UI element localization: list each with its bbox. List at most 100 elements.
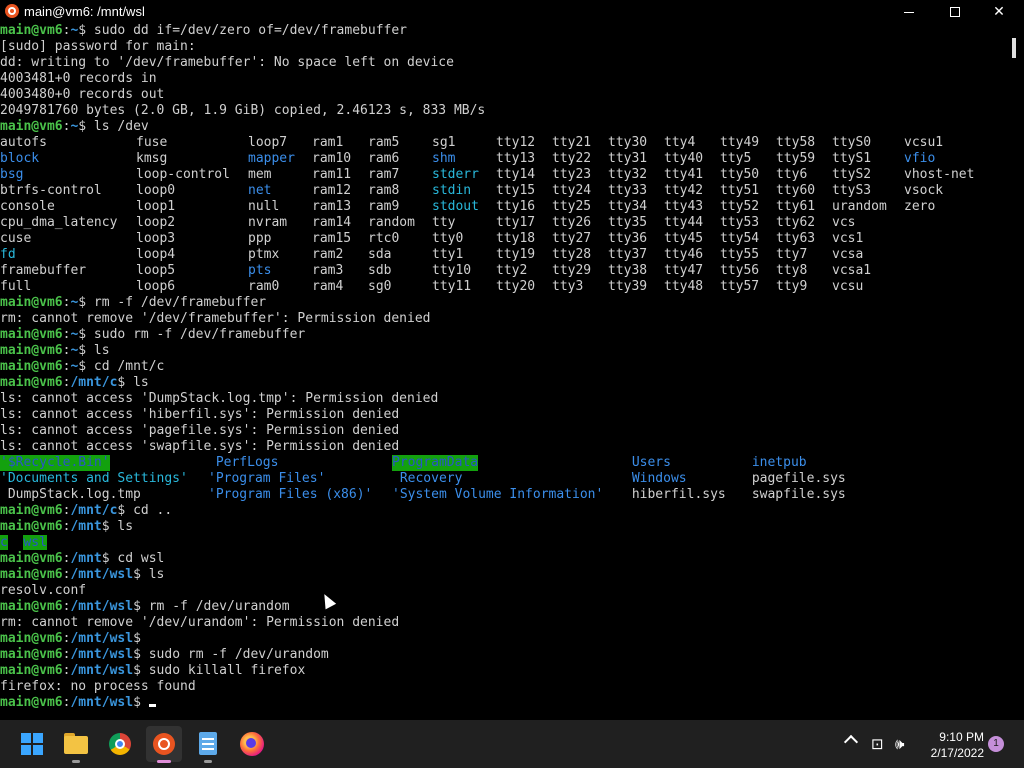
- dev-entry: loop6: [136, 279, 176, 294]
- dev-entry: tty48: [664, 279, 704, 294]
- dev-entry: tty29: [552, 263, 592, 278]
- dev-entry: tty0: [432, 231, 464, 246]
- file-explorer-button[interactable]: [58, 726, 94, 763]
- terminal-text: 4003480+0 records out: [0, 87, 165, 102]
- dev-entry: tty47: [664, 263, 704, 278]
- dev-entry: tty57: [720, 279, 760, 294]
- dev-entry: stdout: [432, 199, 479, 214]
- volume-icon[interactable]: 🕪: [895, 735, 904, 753]
- dev-entry: ram14: [312, 215, 352, 230]
- clock-date: 2/17/2022: [930, 746, 984, 760]
- dev-entry: vcsa1: [832, 263, 872, 278]
- maximize-button[interactable]: [932, 0, 978, 23]
- dev-entry: tty18: [496, 231, 536, 246]
- dev-entry: ram1: [312, 135, 344, 150]
- dev-entry: urandom: [832, 199, 887, 214]
- dir-entry: Recovery: [392, 471, 463, 486]
- terminal-text: ls: cannot access 'DumpStack.log.tmp': P…: [0, 391, 439, 406]
- dev-entry: tty46: [664, 247, 704, 262]
- terminal-text: resolv.conf: [0, 583, 87, 598]
- terminal-line: main@vm6:/mnt/c$ ls: [0, 375, 149, 391]
- dev-entry: loop5: [136, 263, 176, 278]
- terminal-scrollbar-thumb[interactable]: [1012, 38, 1016, 58]
- dev-entry: tty62: [776, 215, 816, 230]
- dev-entry: ram2: [312, 247, 344, 262]
- dev-entry: nvram: [248, 215, 288, 230]
- terminal-text: $ ls: [133, 567, 165, 582]
- dev-entry: tty58: [776, 135, 816, 150]
- dev-entry: ram10: [312, 151, 352, 166]
- terminal-text: $ ls: [78, 343, 110, 358]
- terminal-line: main@vm6:~$ ls /dev: [0, 119, 149, 135]
- terminal-line: main@vm6:/mnt/wsl$ sudo killall firefox: [0, 663, 305, 679]
- dev-entry: vcsa: [832, 247, 864, 262]
- dev-entry: vfio: [904, 151, 936, 166]
- dev-entry: loop3: [136, 231, 176, 246]
- terminal-text: main@vm6: [0, 647, 63, 662]
- dev-entry: tty7: [776, 247, 808, 262]
- dev-entry: tty10: [432, 263, 472, 278]
- notepad-button[interactable]: [190, 726, 226, 763]
- terminal-line: rm: cannot remove '/dev/urandom': Permis…: [0, 615, 399, 631]
- dev-entry: tty5: [720, 151, 752, 166]
- dir-entry: Windows: [624, 471, 687, 486]
- terminal-line: main@vm6:~$ cd /mnt/c: [0, 359, 164, 375]
- network-icon[interactable]: ⊡: [871, 735, 884, 753]
- dev-entry: tty55: [720, 247, 760, 262]
- dev-entry: ttyS3: [832, 183, 872, 198]
- terminal-line: main@vm6:/mnt/c$ cd ..: [0, 503, 172, 519]
- terminal-line: firefox: no process found: [0, 679, 196, 695]
- dev-entry: tty26: [552, 215, 592, 230]
- terminal-text: $ cd wsl: [101, 551, 165, 566]
- terminal-text: ls: cannot access 'swapfile.sys': Permis…: [0, 439, 400, 454]
- terminal-text: $ cd ..: [117, 503, 173, 518]
- dev-entry: tty25: [552, 199, 592, 214]
- system-clock[interactable]: 9:10 PM 2/17/2022: [916, 729, 984, 761]
- dev-entry: tty20: [496, 279, 536, 294]
- dir-entry: 'Program Files': [208, 471, 326, 486]
- terminal-text: main@vm6: [0, 519, 63, 534]
- dev-entry: btrfs-control: [0, 183, 102, 198]
- terminal-line: main@vm6:~$ sudo dd if=/dev/zero of=/dev…: [0, 23, 407, 39]
- close-button[interactable]: ✕: [976, 0, 1022, 23]
- dev-entry: sg1: [432, 135, 456, 150]
- minimize-icon: [904, 11, 914, 13]
- terminal-output[interactable]: main@vm6:~$ sudo dd if=/dev/zero of=/dev…: [0, 23, 1010, 719]
- dev-entry: mapper: [248, 151, 295, 166]
- start-button[interactable]: [14, 726, 50, 762]
- terminal-line: ls: cannot access 'hiberfil.sys': Permis…: [0, 407, 399, 423]
- dev-entry: loop-control: [136, 167, 230, 182]
- dev-entry: mem: [248, 167, 272, 182]
- dev-entry: loop2: [136, 215, 176, 230]
- dev-entry: tty37: [608, 247, 648, 262]
- terminal-text: $ sudo dd if=/dev/zero of=/dev/framebuff…: [78, 23, 408, 38]
- dev-entry: ptmx: [248, 247, 280, 262]
- dev-entry: sg0: [368, 279, 392, 294]
- notification-badge[interactable]: 1: [988, 736, 1004, 752]
- terminal-text: dd: writing to '/dev/framebuffer': No sp…: [0, 55, 454, 70]
- terminal-text: /mnt/wsl: [70, 695, 134, 710]
- minimize-button[interactable]: [886, 0, 932, 23]
- terminal-text: /mnt/wsl: [70, 647, 134, 662]
- dev-entry: vhost-net: [904, 167, 975, 182]
- terminal-line: ls: cannot access 'DumpStack.log.tmp': P…: [0, 391, 438, 407]
- dev-entry: ram13: [312, 199, 352, 214]
- terminal-line: rm: cannot remove '/dev/framebuffer': Pe…: [0, 311, 430, 327]
- dev-entry: vcsu: [832, 279, 864, 294]
- dev-entry: tty56: [720, 263, 760, 278]
- dev-entry: ram4: [312, 279, 344, 294]
- terminal-line: main@vm6:/mnt/wsl$: [0, 631, 141, 647]
- dev-entry: random: [368, 215, 415, 230]
- dev-entry: sdb: [368, 263, 392, 278]
- dir-entry: PerfLogs: [208, 455, 279, 470]
- terminal-text: main@vm6: [0, 599, 63, 614]
- ubuntu-terminal-button[interactable]: [146, 726, 182, 763]
- dev-entry: ram0: [248, 279, 280, 294]
- firefox-button[interactable]: [234, 726, 270, 762]
- terminal-text: main@vm6: [0, 327, 63, 342]
- terminal-line: c wsl: [0, 535, 47, 551]
- chrome-button[interactable]: [102, 726, 138, 762]
- dev-entry: tty54: [720, 231, 760, 246]
- dir-entry: pagefile.sys: [744, 471, 846, 486]
- terminal-text: $: [133, 695, 149, 710]
